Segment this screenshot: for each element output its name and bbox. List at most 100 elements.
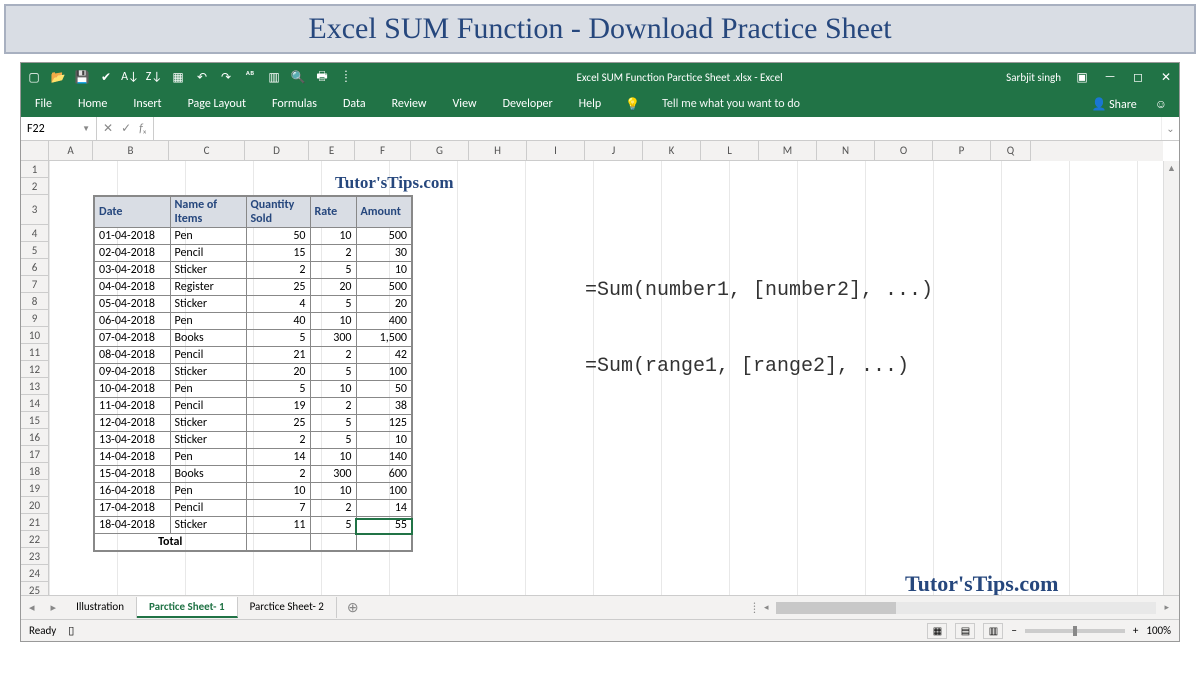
- table-header[interactable]: Date: [94, 196, 170, 228]
- table-cell[interactable]: 10: [310, 381, 356, 398]
- sheet-tab[interactable]: Parctice Sheet- 2: [238, 597, 337, 618]
- row-header-8[interactable]: 8: [21, 293, 49, 310]
- table-cell[interactable]: 25: [246, 279, 310, 296]
- tab-help[interactable]: Help: [577, 93, 604, 115]
- col-header-E[interactable]: E: [309, 141, 355, 161]
- table-cell[interactable]: 5: [310, 262, 356, 279]
- face-icon[interactable]: ☺: [1155, 97, 1167, 112]
- table-row[interactable]: 17-04-2018Pencil7214: [94, 500, 412, 517]
- sheet-tab[interactable]: Parctice Sheet- 1: [137, 597, 238, 618]
- formula-bar[interactable]: [154, 117, 1161, 140]
- table-cell[interactable]: 100: [356, 483, 412, 500]
- table-cell[interactable]: 5: [246, 381, 310, 398]
- table-cell[interactable]: 2: [246, 466, 310, 483]
- table-row[interactable]: 03-04-2018Sticker2510: [94, 262, 412, 279]
- table-cell[interactable]: 03-04-2018: [94, 262, 170, 279]
- col-header-A[interactable]: A: [49, 141, 93, 161]
- table-cell[interactable]: 125: [356, 415, 412, 432]
- table-cell[interactable]: 5: [310, 296, 356, 313]
- table-cell[interactable]: 500: [356, 228, 412, 245]
- table-cell[interactable]: Register: [170, 279, 246, 296]
- table-cell[interactable]: 10: [310, 449, 356, 466]
- close-icon[interactable]: ✕: [1159, 70, 1173, 84]
- tab-review[interactable]: Review: [390, 93, 429, 115]
- user-name[interactable]: Sarbjit singh: [1006, 71, 1061, 84]
- table-cell[interactable]: 4: [246, 296, 310, 313]
- table-cell[interactable]: Books: [170, 466, 246, 483]
- table-cell[interactable]: 11: [246, 517, 310, 534]
- table-cell[interactable]: 55: [356, 517, 412, 534]
- table-cell[interactable]: 13-04-2018: [94, 432, 170, 449]
- chevron-down-icon[interactable]: ▼: [82, 124, 90, 134]
- table-cell[interactable]: Pen: [170, 449, 246, 466]
- tab-page-layout[interactable]: Page Layout: [186, 93, 248, 115]
- table-header[interactable]: Amount: [356, 196, 412, 228]
- table-row[interactable]: 02-04-2018Pencil15230: [94, 245, 412, 262]
- cancel-formula-icon[interactable]: ✕: [103, 121, 113, 136]
- table-cell[interactable]: 2: [310, 347, 356, 364]
- table-cell[interactable]: 10: [246, 483, 310, 500]
- tab-developer[interactable]: Developer: [501, 93, 555, 115]
- table-cell[interactable]: 5: [246, 330, 310, 347]
- table-cell[interactable]: 19: [246, 398, 310, 415]
- table-cell[interactable]: Pencil: [170, 347, 246, 364]
- table-cell[interactable]: 04-04-2018: [94, 279, 170, 296]
- select-all-corner[interactable]: [21, 141, 49, 161]
- row-header-25[interactable]: 25: [21, 582, 49, 595]
- qat-more-icon[interactable]: ⁞: [339, 70, 353, 84]
- col-header-Q[interactable]: Q: [991, 141, 1031, 161]
- table-cell[interactable]: 2: [246, 262, 310, 279]
- add-sheet-button[interactable]: ⊕: [337, 599, 369, 616]
- row-header-18[interactable]: 18: [21, 463, 49, 480]
- row-header-17[interactable]: 17: [21, 446, 49, 463]
- formula-bar-expand-icon[interactable]: ⌄: [1161, 117, 1179, 140]
- table-cell[interactable]: 2: [310, 500, 356, 517]
- table-cell[interactable]: 15-04-2018: [94, 466, 170, 483]
- tab-file[interactable]: File: [33, 93, 54, 115]
- scroll-up-icon[interactable]: ▲: [1164, 161, 1179, 177]
- share-button[interactable]: 👤 Share: [1092, 97, 1137, 112]
- table-cell[interactable]: Pencil: [170, 398, 246, 415]
- table-cell[interactable]: Pen: [170, 228, 246, 245]
- fx-icon[interactable]: fₓ: [139, 122, 146, 136]
- col-header-H[interactable]: H: [469, 141, 527, 161]
- ribbon-options-icon[interactable]: ▣: [1075, 70, 1089, 84]
- table-cell[interactable]: 25: [246, 415, 310, 432]
- table-cell[interactable]: 20: [310, 279, 356, 296]
- table-cell[interactable]: 20: [246, 364, 310, 381]
- table-cell[interactable]: 7: [246, 500, 310, 517]
- tab-insert[interactable]: Insert: [131, 93, 163, 115]
- save-icon[interactable]: 💾: [75, 70, 89, 84]
- accept-formula-icon[interactable]: ✓: [121, 121, 131, 136]
- view-page-break-icon[interactable]: ▥: [983, 623, 1003, 639]
- table-cell[interactable]: 10: [310, 483, 356, 500]
- table-cell[interactable]: 5: [310, 364, 356, 381]
- table-cell[interactable]: 30: [356, 245, 412, 262]
- brush-icon[interactable]: ✔: [99, 70, 113, 84]
- table-cell[interactable]: Sticker: [170, 415, 246, 432]
- table-cell[interactable]: 05-04-2018: [94, 296, 170, 313]
- col-header-L[interactable]: L: [701, 141, 759, 161]
- undo-icon[interactable]: ↶: [195, 70, 209, 84]
- row-header-13[interactable]: 13: [21, 378, 49, 395]
- table-cell[interactable]: Sticker: [170, 262, 246, 279]
- table-cell[interactable]: Sticker: [170, 296, 246, 313]
- table-cell[interactable]: 20: [356, 296, 412, 313]
- table-cell[interactable]: 14: [246, 449, 310, 466]
- minimize-icon[interactable]: —: [1103, 70, 1117, 84]
- sort-asc-icon[interactable]: A↓: [123, 70, 137, 84]
- col-header-N[interactable]: N: [817, 141, 875, 161]
- tell-me-input[interactable]: Tell me what you want to do: [662, 97, 800, 111]
- row-header-20[interactable]: 20: [21, 497, 49, 514]
- table-cell[interactable]: Pencil: [170, 245, 246, 262]
- filter-icon[interactable]: ▥: [267, 70, 281, 84]
- col-header-G[interactable]: G: [411, 141, 469, 161]
- col-header-M[interactable]: M: [759, 141, 817, 161]
- print-icon[interactable]: 🖶: [315, 70, 329, 84]
- redo-icon[interactable]: ↷: [219, 70, 233, 84]
- table-cell[interactable]: 140: [356, 449, 412, 466]
- table-cell[interactable]: 14: [356, 500, 412, 517]
- table-cell[interactable]: 300: [310, 466, 356, 483]
- tab-data[interactable]: Data: [341, 93, 368, 115]
- table-icon[interactable]: ▦: [171, 70, 185, 84]
